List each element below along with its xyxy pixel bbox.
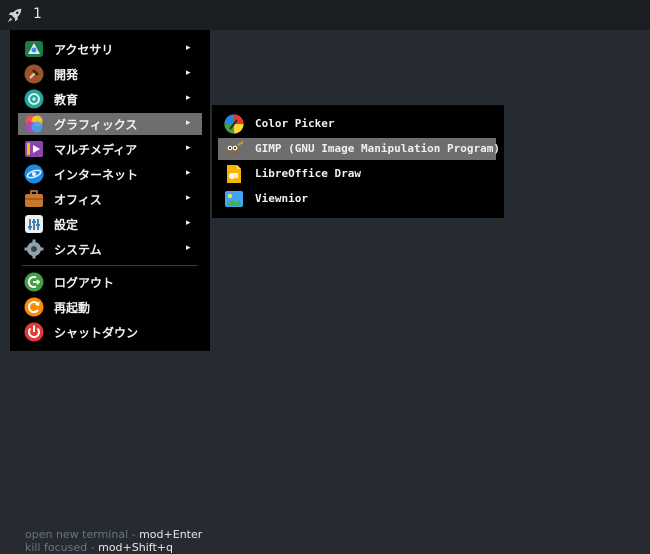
development-icon [24, 64, 44, 84]
hint-description: open new terminal - [25, 528, 140, 541]
submenu-item-label: Viewnior [255, 192, 308, 205]
multimedia-icon [25, 141, 43, 157]
graphics-icon [25, 115, 43, 133]
keybinding-hints: open new terminal - mod+Enter kill focus… [25, 528, 202, 554]
submenu-item-viewnior[interactable]: Viewnior [218, 188, 496, 210]
menu-item-settings[interactable]: 設定 ▸ [18, 213, 202, 235]
submenu-item-color-picker[interactable]: Color Picker [218, 113, 496, 135]
menu-item-label: マルチメディア [54, 143, 138, 157]
menu-item-reboot[interactable]: 再起動 [18, 296, 202, 318]
menu-item-label: ログアウト [54, 276, 115, 290]
hint-description: kill focused - [25, 541, 99, 554]
workspace-number[interactable]: 1 [33, 6, 42, 22]
submenu-arrow-icon: ▸ [186, 43, 191, 53]
menu-item-label: システム [54, 243, 102, 257]
accessories-icon [25, 41, 43, 57]
menu-item-label: 教育 [54, 93, 79, 107]
hint-key: mod+Shift+q [98, 541, 173, 554]
shutdown-icon [24, 322, 44, 342]
menu-item-label: グラフィックス [54, 118, 138, 132]
menu-item-label: オフィス [54, 193, 102, 207]
education-icon [24, 89, 44, 109]
hint-line: open new terminal - mod+Enter [25, 528, 202, 541]
menu-item-multimedia[interactable]: マルチメディア ▸ [18, 138, 202, 160]
settings-icon [25, 215, 43, 233]
submenu-arrow-icon: ▸ [186, 218, 191, 228]
submenu-arrow-icon: ▸ [186, 243, 191, 253]
graphics-submenu: Color Picker GIMP (GNU Image Manipulatio… [212, 105, 504, 218]
hint-line: kill focused - mod+Shift+q [25, 541, 202, 554]
menu-item-label: 設定 [54, 218, 79, 232]
menu-item-development[interactable]: 開発 ▸ [18, 63, 202, 85]
submenu-item-label: GIMP (GNU Image Manipulation Program) [255, 142, 501, 155]
menu-item-system[interactable]: システム ▸ [18, 238, 202, 260]
office-icon [25, 190, 43, 207]
color-picker-icon [224, 114, 244, 134]
libreoffice-draw-icon [227, 165, 241, 183]
menu-item-shutdown[interactable]: シャットダウン [18, 321, 202, 343]
menu-item-graphics[interactable]: グラフィックス ▸ [18, 113, 202, 135]
reboot-icon [24, 297, 44, 317]
menu-item-label: 再起動 [54, 301, 91, 315]
submenu-arrow-icon: ▸ [186, 168, 191, 178]
internet-icon [24, 164, 44, 184]
submenu-arrow-icon: ▸ [186, 143, 191, 153]
menu-item-label: アクセサリ [54, 43, 114, 57]
system-icon [24, 239, 44, 259]
submenu-arrow-icon: ▸ [186, 193, 191, 203]
viewnior-icon [225, 191, 243, 207]
submenu-item-label: LibreOffice Draw [255, 167, 361, 180]
menu-item-office[interactable]: オフィス ▸ [18, 188, 202, 210]
menu-item-label: 開発 [54, 68, 79, 82]
menu-separator [22, 265, 198, 266]
top-bar: 1 [0, 0, 650, 30]
menu-item-education[interactable]: 教育 ▸ [18, 88, 202, 110]
logout-icon [24, 272, 44, 292]
submenu-arrow-icon: ▸ [186, 93, 191, 103]
submenu-item-gimp[interactable]: GIMP (GNU Image Manipulation Program) [218, 138, 500, 160]
menu-item-accessories[interactable]: アクセサリ ▸ [18, 38, 202, 60]
submenu-item-libreoffice-draw[interactable]: LibreOffice Draw [218, 163, 496, 185]
rocket-icon[interactable] [6, 6, 24, 24]
menu-item-label: シャットダウン [54, 326, 139, 340]
submenu-item-label: Color Picker [255, 117, 335, 130]
submenu-arrow-icon: ▸ [186, 118, 191, 128]
menu-item-internet[interactable]: インターネット ▸ [18, 163, 202, 185]
menu-item-label: インターネット [54, 168, 139, 182]
gimp-icon [226, 141, 244, 156]
menu-item-logout[interactable]: ログアウト [18, 271, 202, 293]
application-menu: アクセサリ ▸ 開発 ▸ 教育 ▸ グラフィックス ▸ マルチメディア ▸ イン… [10, 30, 210, 351]
hint-key: mod+Enter [139, 528, 203, 541]
submenu-arrow-icon: ▸ [186, 68, 191, 78]
